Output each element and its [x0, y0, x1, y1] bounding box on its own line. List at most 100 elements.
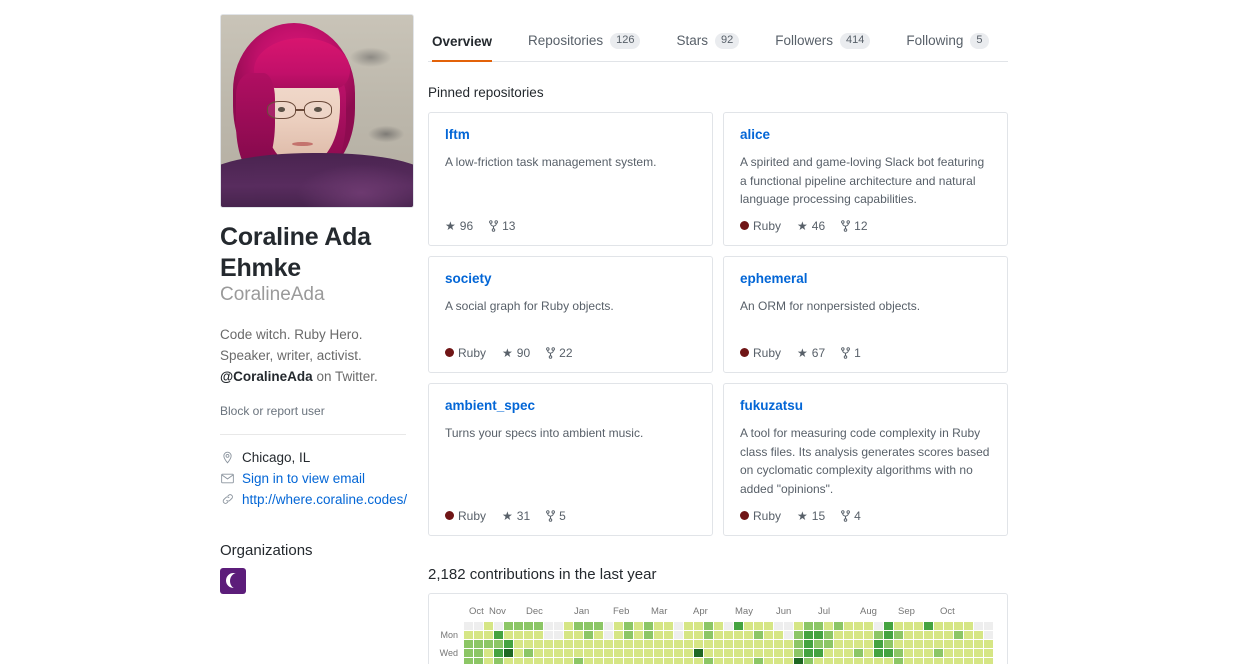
calendar-day-cell[interactable] — [504, 657, 513, 664]
calendar-day-cell[interactable] — [764, 621, 773, 630]
calendar-day-cell[interactable] — [544, 657, 553, 664]
calendar-day-cell[interactable] — [644, 621, 653, 630]
calendar-day-cell[interactable] — [734, 630, 743, 639]
calendar-day-cell[interactable] — [954, 621, 963, 630]
organization-avatar-crescent-moon[interactable] — [220, 567, 246, 594]
calendar-day-cell[interactable] — [814, 657, 823, 664]
calendar-day-cell[interactable] — [984, 630, 993, 639]
calendar-day-cell[interactable] — [864, 630, 873, 639]
calendar-day-cell[interactable] — [474, 648, 483, 657]
calendar-day-cell[interactable] — [674, 639, 683, 648]
calendar-day-cell[interactable] — [964, 630, 973, 639]
calendar-day-cell[interactable] — [764, 630, 773, 639]
calendar-day-cell[interactable] — [824, 648, 833, 657]
calendar-day-cell[interactable] — [764, 639, 773, 648]
calendar-day-cell[interactable] — [964, 621, 973, 630]
repo-forks[interactable]: 13 — [489, 219, 515, 233]
calendar-day-cell[interactable] — [754, 630, 763, 639]
repo-forks[interactable]: 5 — [546, 509, 566, 523]
calendar-day-cell[interactable] — [464, 621, 473, 630]
repo-forks[interactable]: 22 — [546, 346, 573, 360]
calendar-day-cell[interactable] — [594, 630, 603, 639]
calendar-day-cell[interactable] — [914, 639, 923, 648]
calendar-day-cell[interactable] — [484, 630, 493, 639]
calendar-day-cell[interactable] — [674, 648, 683, 657]
calendar-day-cell[interactable] — [604, 657, 613, 664]
tab-repositories[interactable]: Repositories 126 — [524, 32, 656, 61]
calendar-day-cell[interactable] — [624, 630, 633, 639]
calendar-day-cell[interactable] — [934, 630, 943, 639]
calendar-day-cell[interactable] — [784, 648, 793, 657]
repo-name-link[interactable]: ambient_spec — [445, 398, 696, 414]
calendar-day-cell[interactable] — [894, 657, 903, 664]
calendar-day-cell[interactable] — [944, 657, 953, 664]
calendar-day-cell[interactable] — [634, 621, 643, 630]
calendar-day-cell[interactable] — [794, 657, 803, 664]
sign-in-to-view-email-link[interactable]: Sign in to view email — [242, 471, 365, 486]
calendar-day-cell[interactable] — [704, 630, 713, 639]
calendar-day-cell[interactable] — [904, 630, 913, 639]
calendar-day-cell[interactable] — [724, 648, 733, 657]
calendar-day-cell[interactable] — [704, 639, 713, 648]
calendar-day-cell[interactable] — [554, 639, 563, 648]
calendar-day-cell[interactable] — [874, 648, 883, 657]
calendar-day-cell[interactable] — [854, 648, 863, 657]
calendar-day-cell[interactable] — [464, 648, 473, 657]
calendar-day-cell[interactable] — [634, 639, 643, 648]
calendar-day-cell[interactable] — [764, 657, 773, 664]
calendar-day-cell[interactable] — [664, 648, 673, 657]
calendar-day-cell[interactable] — [504, 630, 513, 639]
calendar-day-cell[interactable] — [534, 657, 543, 664]
calendar-day-cell[interactable] — [884, 648, 893, 657]
calendar-day-cell[interactable] — [484, 621, 493, 630]
calendar-day-cell[interactable] — [964, 639, 973, 648]
calendar-day-cell[interactable] — [694, 639, 703, 648]
calendar-day-cell[interactable] — [864, 657, 873, 664]
calendar-day-cell[interactable] — [654, 648, 663, 657]
calendar-day-cell[interactable] — [524, 648, 533, 657]
calendar-day-cell[interactable] — [464, 639, 473, 648]
calendar-day-cell[interactable] — [514, 630, 523, 639]
calendar-day-cell[interactable] — [904, 639, 913, 648]
calendar-day-cell[interactable] — [744, 630, 753, 639]
calendar-day-cell[interactable] — [674, 630, 683, 639]
calendar-day-cell[interactable] — [604, 639, 613, 648]
calendar-day-cell[interactable] — [924, 630, 933, 639]
calendar-day-cell[interactable] — [594, 639, 603, 648]
calendar-day-cell[interactable] — [554, 657, 563, 664]
calendar-day-cell[interactable] — [674, 621, 683, 630]
calendar-day-cell[interactable] — [944, 630, 953, 639]
calendar-day-cell[interactable] — [804, 648, 813, 657]
avatar[interactable] — [220, 14, 414, 208]
calendar-day-cell[interactable] — [584, 648, 593, 657]
calendar-day-cell[interactable] — [784, 630, 793, 639]
calendar-day-cell[interactable] — [724, 630, 733, 639]
calendar-day-cell[interactable] — [654, 657, 663, 664]
calendar-day-cell[interactable] — [574, 657, 583, 664]
calendar-day-cell[interactable] — [944, 648, 953, 657]
calendar-day-cell[interactable] — [834, 621, 843, 630]
calendar-day-cell[interactable] — [934, 648, 943, 657]
block-or-report-user-link[interactable]: Block or report user — [220, 404, 416, 418]
calendar-day-cell[interactable] — [804, 621, 813, 630]
calendar-day-cell[interactable] — [864, 621, 873, 630]
calendar-day-cell[interactable] — [654, 621, 663, 630]
calendar-day-cell[interactable] — [844, 621, 853, 630]
calendar-day-cell[interactable] — [984, 639, 993, 648]
calendar-day-cell[interactable] — [464, 657, 473, 664]
repo-forks[interactable]: 1 — [841, 346, 861, 360]
calendar-day-cell[interactable] — [794, 630, 803, 639]
calendar-day-cell[interactable] — [564, 621, 573, 630]
calendar-day-cell[interactable] — [524, 639, 533, 648]
calendar-day-cell[interactable] — [934, 657, 943, 664]
calendar-day-cell[interactable] — [804, 639, 813, 648]
calendar-day-cell[interactable] — [824, 630, 833, 639]
calendar-day-cell[interactable] — [874, 630, 883, 639]
calendar-day-cell[interactable] — [544, 639, 553, 648]
calendar-day-cell[interactable] — [824, 621, 833, 630]
calendar-day-cell[interactable] — [514, 639, 523, 648]
calendar-day-cell[interactable] — [844, 639, 853, 648]
calendar-day-cell[interactable] — [764, 648, 773, 657]
calendar-day-cell[interactable] — [654, 630, 663, 639]
calendar-day-cell[interactable] — [954, 648, 963, 657]
